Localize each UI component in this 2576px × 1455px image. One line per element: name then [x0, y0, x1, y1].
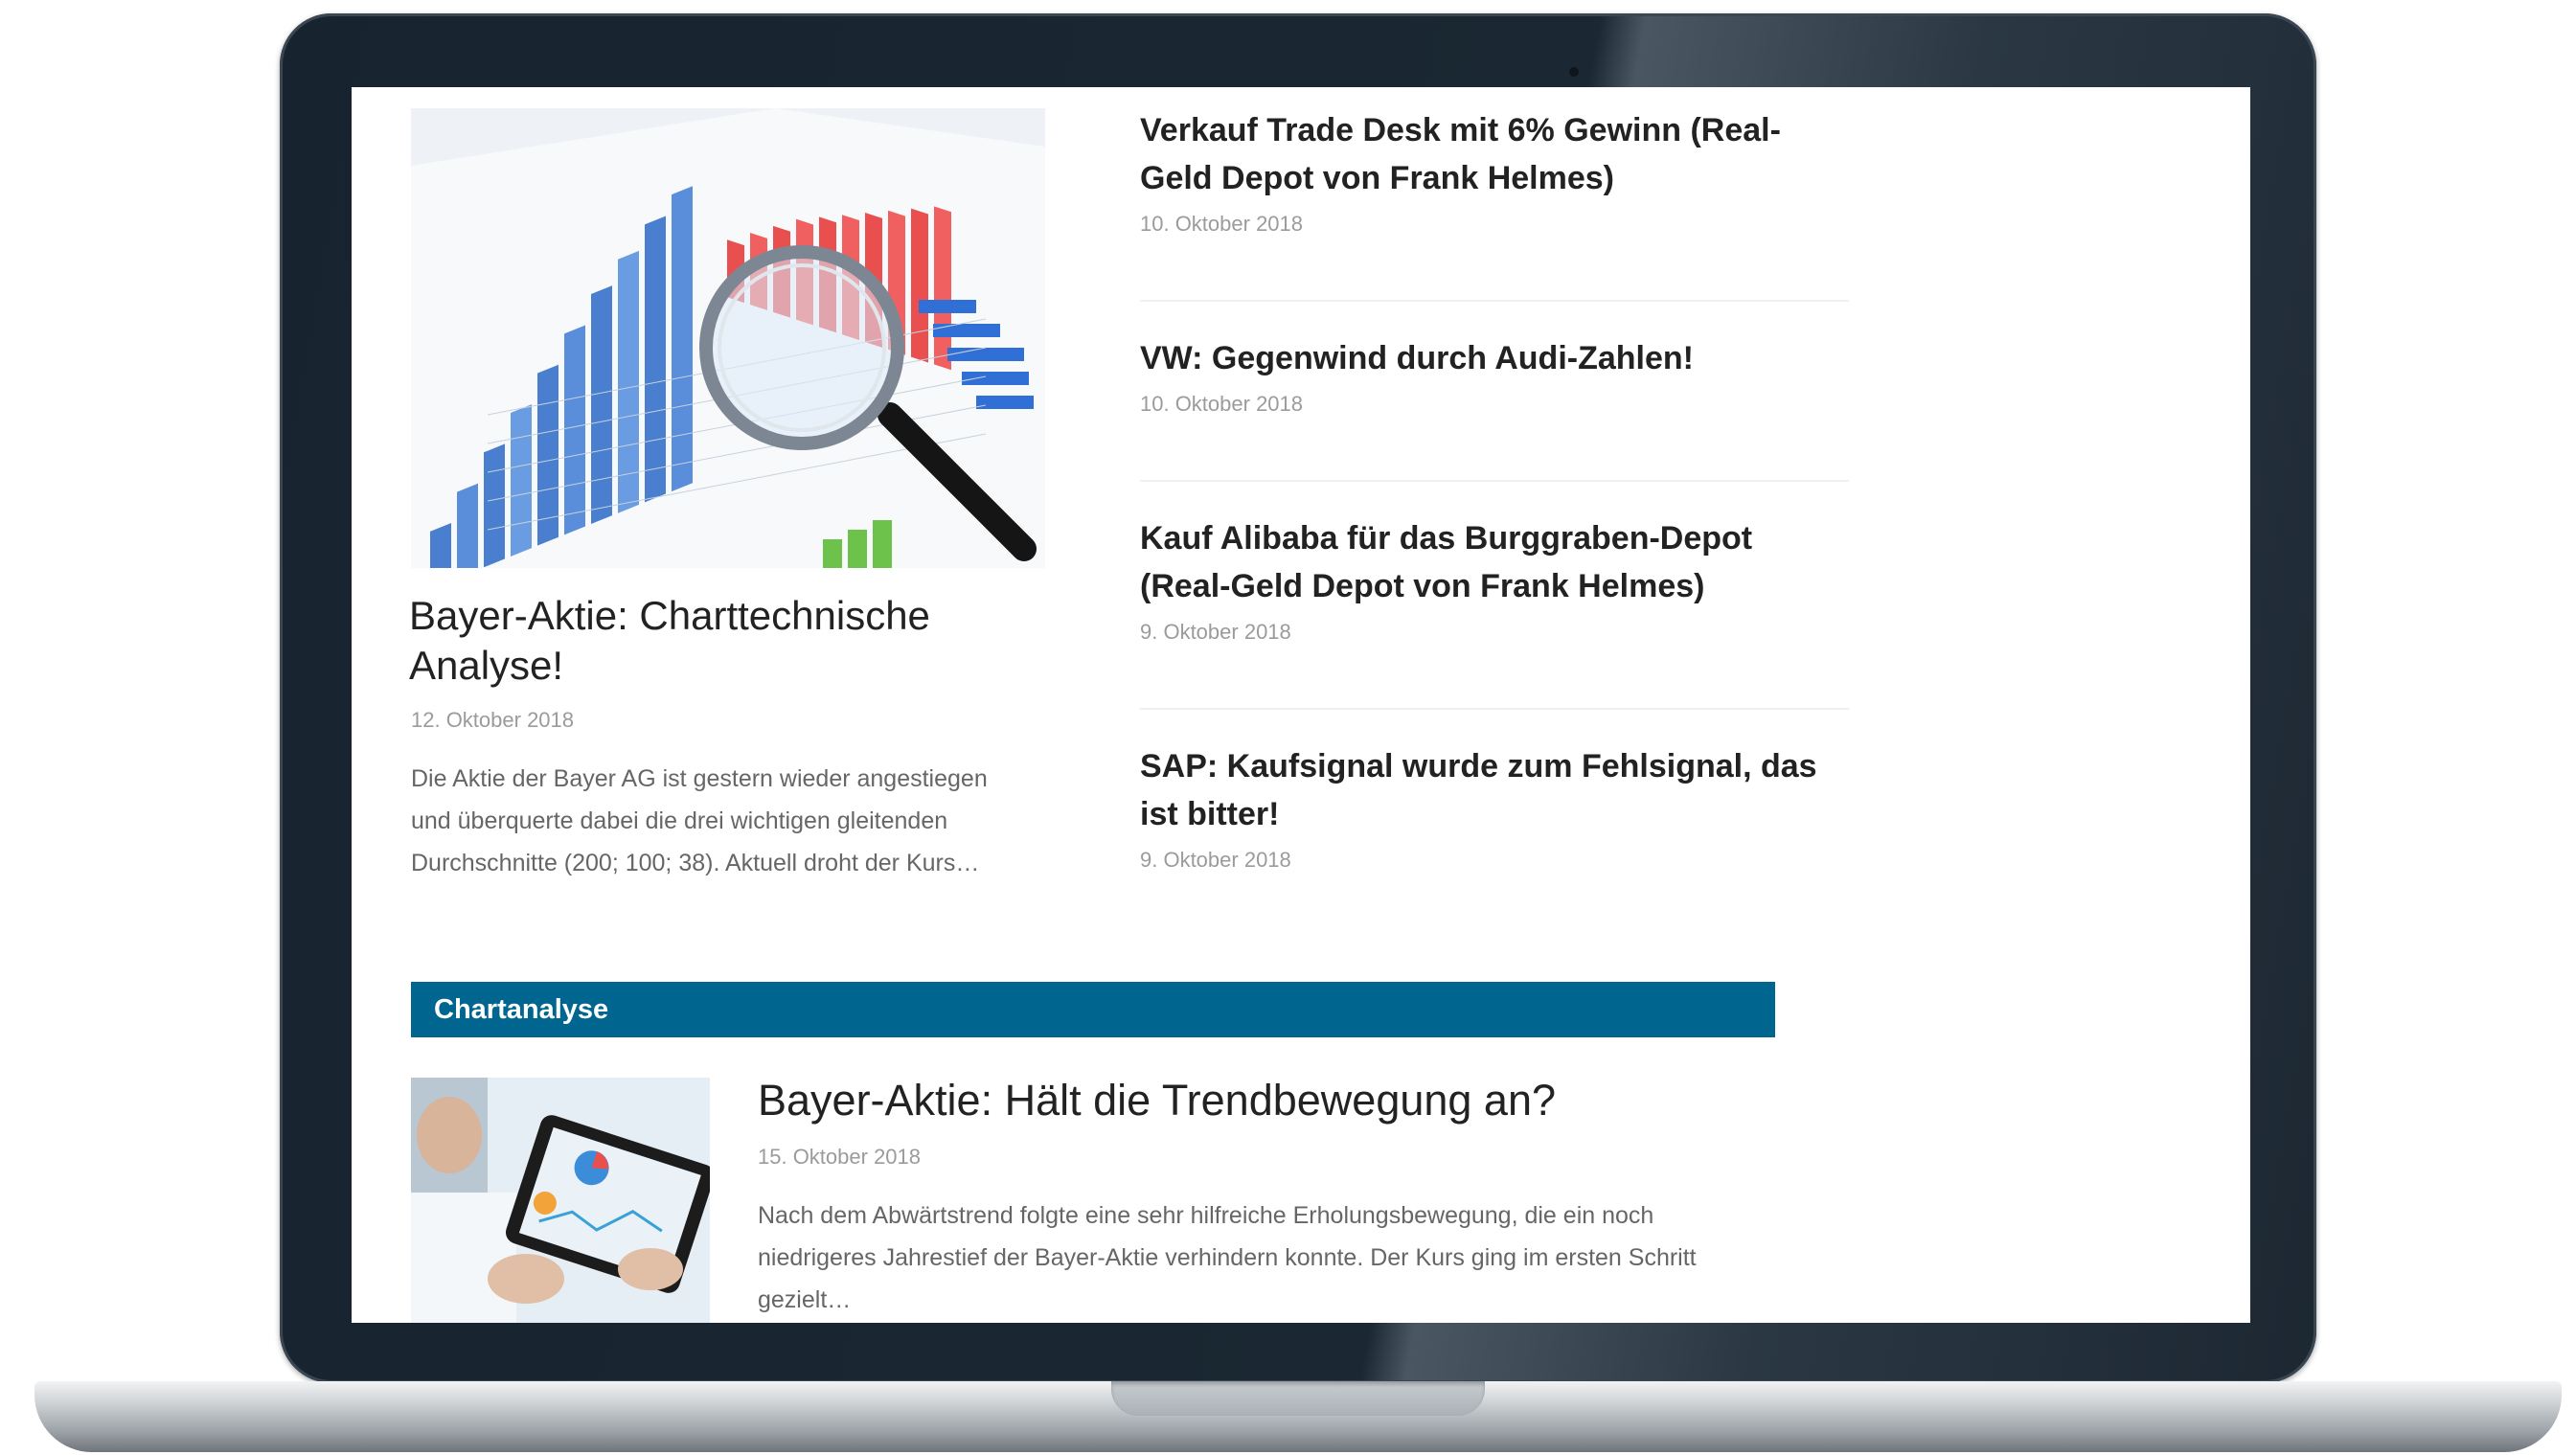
- article-excerpt: Nach dem Abwärtstrend folgte eine sehr h…: [758, 1202, 1697, 1313]
- list-item[interactable]: Kauf Alibaba für das Burggraben-Depot (R…: [1140, 514, 1849, 645]
- featured-article-title[interactable]: Bayer-Aktie: Charttechnische Analyse!: [409, 591, 1022, 691]
- divider: [1140, 708, 1849, 710]
- list-item[interactable]: SAP: Kaufsignal wurde zum Fehlsignal, da…: [1140, 742, 1849, 873]
- divider: [1140, 480, 1849, 482]
- featured-article-date: 12. Oktober 2018: [411, 708, 575, 732]
- chart-magnifier-image[interactable]: [411, 108, 1045, 568]
- camera-icon: [1569, 67, 1579, 77]
- list-item[interactable]: Verkauf Trade Desk mit 6% Gewinn (Real-G…: [1140, 106, 1849, 237]
- list-item-title[interactable]: Verkauf Trade Desk mit 6% Gewinn (Real-G…: [1140, 106, 1849, 202]
- category-header[interactable]: Chartanalyse: [411, 982, 1775, 1037]
- article-date: 15. Oktober 2018: [758, 1145, 922, 1169]
- website-screen: Bayer-Aktie: Charttechnische Analyse! 12…: [352, 87, 2250, 1323]
- laptop-notch: [1111, 1381, 1485, 1416]
- divider: [1140, 300, 1849, 302]
- list-item-date: 9. Oktober 2018: [1140, 848, 1291, 872]
- list-item-title[interactable]: SAP: Kaufsignal wurde zum Fehlsignal, da…: [1140, 742, 1849, 838]
- list-item-title[interactable]: Kauf Alibaba für das Burggraben-Depot (R…: [1140, 514, 1849, 610]
- tablet-chart-image[interactable]: [411, 1078, 710, 1323]
- list-item-title[interactable]: VW: Gegenwind durch Audi-Zahlen!: [1140, 334, 1849, 382]
- list-item-date: 10. Oktober 2018: [1140, 392, 1304, 416]
- list-item-date: 10. Oktober 2018: [1140, 212, 1304, 236]
- list-item-date: 9. Oktober 2018: [1140, 620, 1291, 644]
- article-title[interactable]: Bayer-Aktie: Hält die Trendbewegung an?: [758, 1074, 1773, 1127]
- list-item[interactable]: VW: Gegenwind durch Audi-Zahlen! 10. Okt…: [1140, 334, 1849, 417]
- category-label[interactable]: Chartanalyse: [434, 995, 608, 1024]
- featured-article-excerpt: Die Aktie der Bayer AG ist gestern wiede…: [411, 765, 988, 876]
